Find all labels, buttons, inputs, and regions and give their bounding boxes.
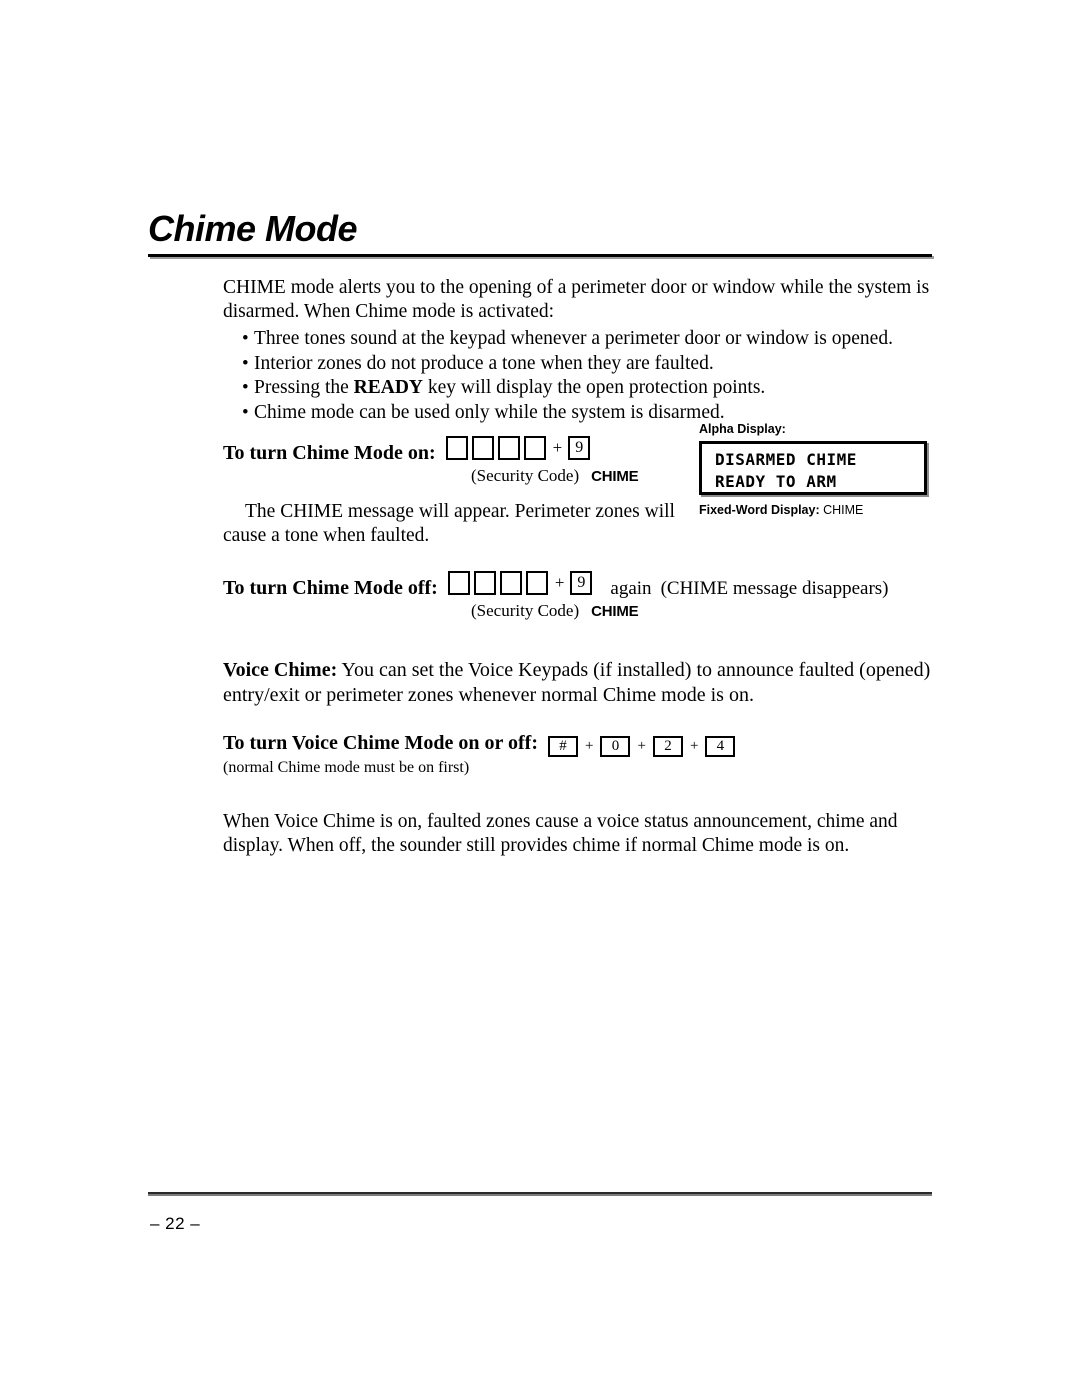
chime-on-description: The CHIME message will appear. Perimeter…	[223, 501, 675, 546]
main-content: CHIME mode alerts you to the opening of …	[223, 276, 931, 858]
chime-on-key-sequence: + 9	[445, 436, 595, 460]
plus-symbol: +	[637, 738, 646, 754]
voice-chime-note: (normal Chime mode must be on first)	[223, 759, 470, 776]
plus-symbol: +	[585, 738, 594, 754]
security-code-digit-box	[499, 571, 522, 595]
intro-paragraph: CHIME mode alerts you to the opening of …	[223, 277, 930, 322]
bullet-icon: •	[242, 401, 249, 423]
key-box-0: 0	[600, 736, 631, 757]
voice-chime-heading: Voice Chime:	[223, 659, 338, 681]
security-code-digit-box	[473, 571, 496, 595]
voice-chime-toggle-row: To turn Voice Chime Mode on or off: # + …	[223, 730, 931, 757]
chime-off-row: To turn Chime Mode off: + 9 again (CHIME…	[223, 570, 931, 601]
lcd-line-2: READY TO ARM	[715, 472, 837, 491]
plus-symbol: +	[552, 438, 563, 457]
security-code-digit-box	[471, 436, 494, 460]
chime-off-label: To turn Chime Mode off:	[223, 577, 438, 599]
security-code-caption: (Security Code)	[471, 466, 580, 485]
page-number: – 22 –	[150, 1214, 201, 1233]
plus-symbol: +	[689, 738, 699, 754]
list-item: • Interior zones do not produce a tone wh…	[223, 352, 931, 377]
footer-divider	[148, 1192, 932, 1194]
fixed-word-display-row: Fixed-Word Display: CHIME	[699, 502, 931, 518]
feature-bullet-list: • Three tones sound at the keypad wheneve…	[223, 327, 931, 425]
chime-off-result-text: (CHIME message disappears)	[660, 578, 889, 599]
security-code-digit-box	[525, 571, 548, 595]
bullet-text: Chime mode can be used only while the sy…	[254, 401, 725, 423]
bullet-text-tail: key will display the open protection poi…	[423, 377, 766, 398]
chime-function-caption: CHIME	[591, 603, 639, 620]
voice-chime-closing-paragraph: When Voice Chime is on, faulted zones ca…	[223, 811, 898, 856]
alpha-display-panel: Alpha Display: DISARMED CHIME READY TO A…	[699, 421, 931, 518]
list-item: • Pressing the READY key will display the…	[223, 376, 931, 401]
lcd-screen: DISARMED CHIME READY TO ARM	[699, 441, 927, 495]
voice-chime-toggle-label: To turn Voice Chime Mode on or off:	[223, 732, 538, 754]
key-box-4: 4	[705, 736, 736, 757]
lcd-line-1: DISARMED CHIME	[715, 450, 857, 469]
security-code-digit-box	[497, 436, 520, 460]
title-block: Chime Mode	[148, 210, 932, 257]
bullet-text: Pressing the	[254, 377, 354, 398]
bullet-icon: •	[242, 328, 249, 349]
bullet-emphasis-ready: READY	[353, 377, 424, 398]
chime-on-label: To turn Chime Mode on:	[223, 442, 436, 464]
chime-off-again-text: again	[610, 578, 652, 599]
chime-off-key-sequence: + 9	[447, 571, 597, 595]
security-code-digit-box	[445, 436, 468, 460]
security-code-caption: (Security Code)	[471, 601, 580, 620]
alpha-display-caption: Alpha Display:	[699, 422, 786, 436]
chime-function-caption: CHIME	[591, 468, 639, 485]
fixed-word-display-value: CHIME	[823, 503, 864, 517]
security-code-digit-box	[523, 436, 546, 460]
fixed-word-display-label: Fixed-Word Display:	[699, 503, 820, 517]
chime-off-legend: (Security Code) CHIME	[223, 601, 931, 626]
voice-chime-key-sequence: # + 0 + 2 + 4	[548, 736, 736, 757]
bullet-icon: •	[242, 377, 249, 398]
page-title: Chime Mode	[148, 208, 358, 249]
bullet-text: Three tones sound at the keypad whenever…	[254, 328, 893, 349]
plus-symbol: +	[554, 573, 565, 592]
function-key-box-9: 9	[570, 571, 593, 595]
list-item: • Three tones sound at the keypad wheneve…	[223, 327, 931, 352]
key-box-hash: #	[548, 736, 578, 757]
key-box-2: 2	[652, 736, 683, 757]
voice-chime-paragraph: Voice Chime: You can set the Voice Keypa…	[223, 658, 931, 708]
bullet-text: Interior zones do not produce a tone whe…	[254, 352, 714, 374]
security-code-digit-box	[447, 571, 470, 595]
title-divider	[148, 253, 932, 257]
document-page: Chime Mode CHIME mode alerts you to the …	[0, 0, 1080, 1397]
function-key-box-9: 9	[568, 436, 591, 460]
bullet-icon: •	[242, 352, 249, 374]
